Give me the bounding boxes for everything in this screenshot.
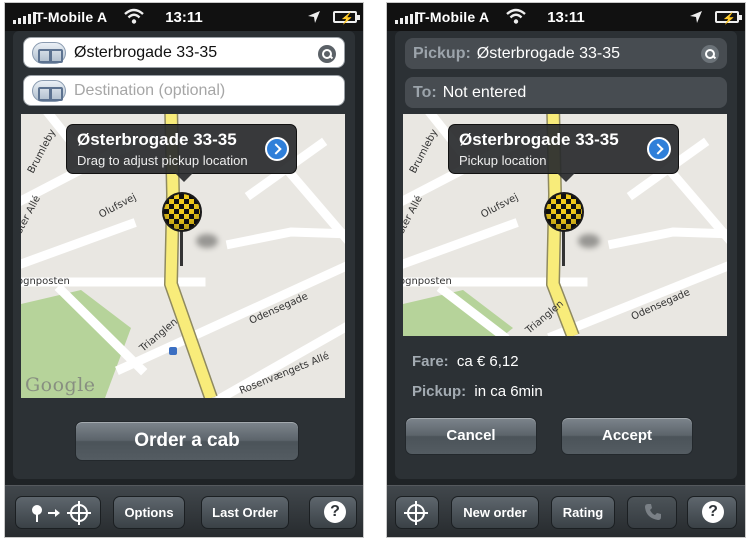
pin-stick xyxy=(562,230,565,266)
street-label: Brumleby xyxy=(26,128,58,176)
location-arrow-icon xyxy=(690,11,702,23)
map[interactable]: Brumleby Olufsvej ster Allé ognposten Od… xyxy=(21,114,345,398)
pickup-value: Østerbrogade 33-35 xyxy=(74,43,218,61)
to-field[interactable]: To: Not entered xyxy=(405,77,727,108)
address-book-icon[interactable] xyxy=(32,79,66,102)
locate-button[interactable] xyxy=(395,496,439,529)
destination-field[interactable]: Destination (optional) xyxy=(23,75,345,106)
cancel-button[interactable]: Cancel xyxy=(405,417,537,455)
pickup-time-row: Pickup: in ca 6min xyxy=(412,383,543,400)
crosshair-icon xyxy=(404,501,428,525)
phone-screen-order: T-Mobile A 13:11 ⚡ Østerbrogade 33-35 De… xyxy=(4,2,364,538)
call-button[interactable] xyxy=(627,496,677,529)
status-bar: T-Mobile A 13:11 ⚡ xyxy=(5,3,363,31)
help-button[interactable]: ? xyxy=(687,496,737,529)
google-logo: Google xyxy=(25,374,96,396)
fare-label: Fare: xyxy=(412,353,449,370)
callout-title: Østerbrogade 33-35 xyxy=(77,130,237,149)
taxi-pin-icon[interactable] xyxy=(162,192,202,232)
fare-row: Fare: ca € 6,12 xyxy=(412,353,519,370)
pin-icon xyxy=(32,505,42,522)
pickup-time-value: in ca 6min xyxy=(474,383,543,400)
pin-shadow xyxy=(578,234,600,248)
help-icon: ? xyxy=(702,501,724,523)
last-order-button[interactable]: Last Order xyxy=(201,496,289,529)
taxi-pin-icon xyxy=(544,192,584,232)
pickup-field[interactable]: Pickup: Østerbrogade 33-35 xyxy=(405,38,727,69)
toolbar: New order Rating ? xyxy=(387,485,745,537)
to-value: Not entered xyxy=(442,83,527,101)
crosshair-icon xyxy=(67,501,91,525)
confirm-panel: Pickup: Østerbrogade 33-35 To: Not enter… xyxy=(395,31,737,479)
street-label: Brumleby xyxy=(408,128,440,176)
disclosure-icon[interactable] xyxy=(265,137,289,161)
status-bar: T-Mobile A 13:11 ⚡ xyxy=(387,3,745,31)
street-label: Olufsvej xyxy=(479,192,520,221)
order-cab-button[interactable]: Order a cab xyxy=(75,421,299,461)
map[interactable]: Brumleby Olufsvej ster Allé ognposten Od… xyxy=(403,114,727,336)
to-label: To: xyxy=(413,83,437,101)
help-button[interactable]: ? xyxy=(309,496,357,529)
callout-title: Østerbrogade 33-35 xyxy=(459,130,619,149)
search-icon[interactable] xyxy=(318,45,336,63)
search-icon[interactable] xyxy=(701,45,719,63)
pin-to-location-button[interactable] xyxy=(15,496,101,529)
street-label: ognposten xyxy=(21,276,70,287)
help-icon: ? xyxy=(324,501,346,523)
pickup-value: Østerbrogade 33-35 xyxy=(476,44,620,62)
pickup-callout[interactable]: Østerbrogade 33-35 Pickup location xyxy=(448,124,679,182)
battery-icon: ⚡ xyxy=(715,11,742,25)
destination-placeholder: Destination (optional) xyxy=(74,81,226,99)
pin-shadow xyxy=(196,234,218,248)
order-panel: Østerbrogade 33-35 Destination (optional… xyxy=(13,31,355,479)
street-label: Olufsvej xyxy=(97,192,138,221)
arrow-icon xyxy=(48,509,60,517)
pickup-field[interactable]: Østerbrogade 33-35 xyxy=(23,37,345,68)
street-label: ognposten xyxy=(403,276,452,287)
phone-screen-confirm: T-Mobile A 13:11 ⚡ Pickup: Østerbrogade … xyxy=(386,2,746,538)
accept-button[interactable]: Accept xyxy=(561,417,693,455)
callout-subtitle: Drag to adjust pickup location xyxy=(77,153,248,168)
disclosure-icon[interactable] xyxy=(647,137,671,161)
rating-button[interactable]: Rating xyxy=(551,496,615,529)
address-book-icon[interactable] xyxy=(32,41,66,64)
pickup-label: Pickup: xyxy=(413,44,471,62)
options-button[interactable]: Options xyxy=(113,496,185,529)
phone-icon xyxy=(645,504,661,520)
pin-stick xyxy=(180,230,183,266)
new-order-button[interactable]: New order xyxy=(451,496,539,529)
toolbar: Options Last Order ? xyxy=(5,485,363,537)
pickup-time-label: Pickup: xyxy=(412,383,467,400)
pickup-callout[interactable]: Østerbrogade 33-35 Drag to adjust pickup… xyxy=(66,124,297,182)
fare-value: ca € 6,12 xyxy=(456,353,519,370)
battery-icon: ⚡ xyxy=(333,11,360,25)
location-arrow-icon xyxy=(308,11,320,23)
callout-subtitle: Pickup location xyxy=(459,153,547,168)
